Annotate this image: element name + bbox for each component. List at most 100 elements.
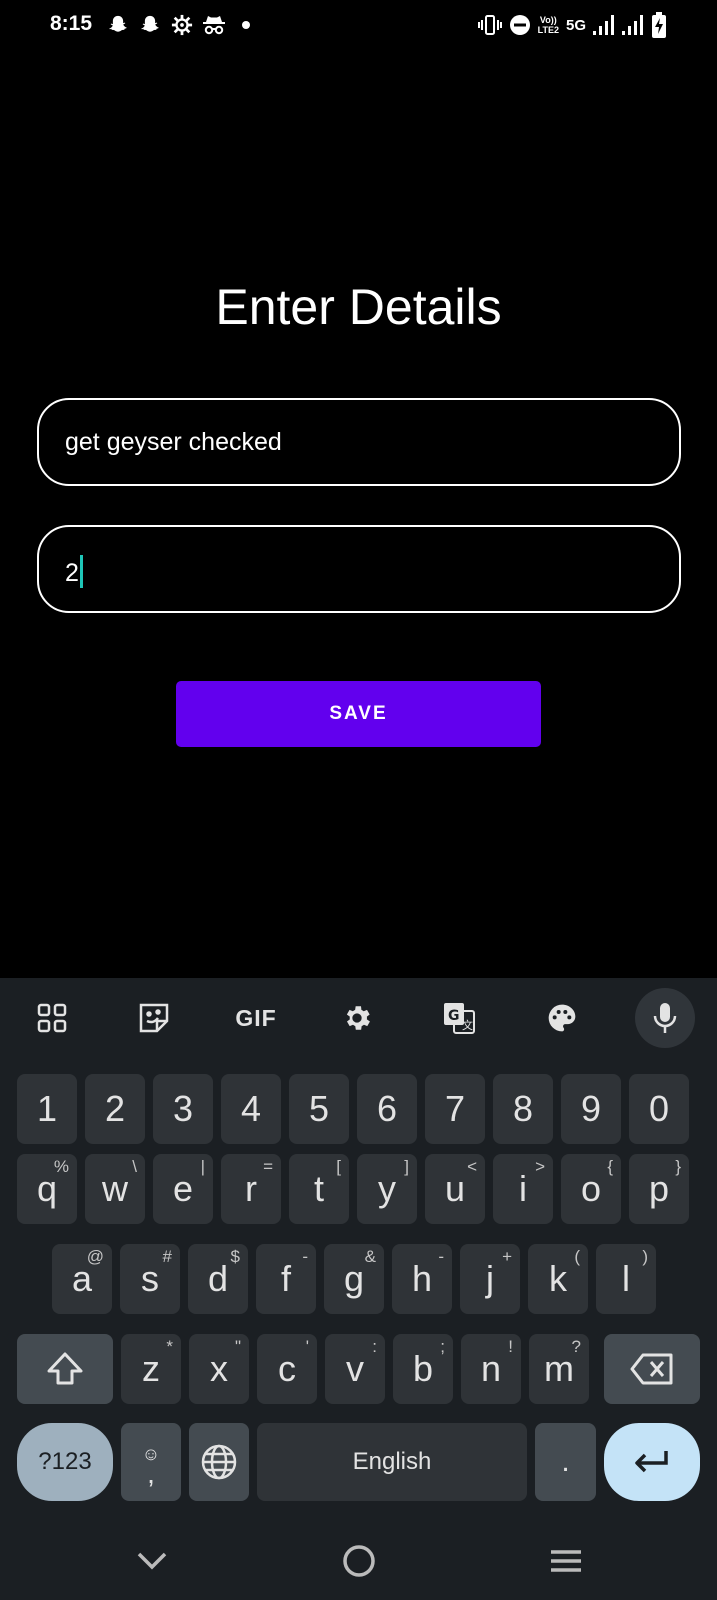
page-title: Enter Details (215, 279, 502, 335)
status-system-icons: Vo)) LTE2 5G (477, 12, 667, 38)
incognito-icon (202, 13, 226, 37)
key-f[interactable]: f- (256, 1244, 316, 1314)
key-hint: [ (336, 1157, 341, 1176)
signal-icon (593, 15, 615, 35)
key-label: 6 (376, 1088, 398, 1129)
gif-button[interactable]: GIF (226, 988, 286, 1048)
key-2[interactable]: 2 (85, 1074, 145, 1144)
enter-key[interactable] (604, 1423, 700, 1501)
key-i[interactable]: i > (493, 1154, 553, 1224)
key-q[interactable]: q% (17, 1154, 77, 1224)
key-d[interactable]: d $ (188, 1244, 248, 1314)
key-e[interactable]: e | (153, 1154, 213, 1224)
key-8[interactable]: 8 (493, 1074, 553, 1144)
key-hint: ' (305, 1337, 309, 1356)
key-5[interactable]: 5 (289, 1074, 349, 1144)
task-input[interactable]: get geyser checked (37, 398, 681, 486)
key-6[interactable]: 6 (357, 1074, 417, 1144)
settings-icon (170, 13, 194, 37)
key-label: 9 (580, 1088, 602, 1129)
key-g[interactable]: g & (324, 1244, 384, 1314)
back-chevron-icon[interactable] (127, 1536, 177, 1586)
key-hint: = (263, 1157, 273, 1176)
recents-icon[interactable] (541, 1536, 591, 1586)
key-o[interactable]: o{ (561, 1154, 621, 1224)
key-label: s (141, 1258, 159, 1299)
key-j[interactable]: j + (460, 1244, 520, 1314)
period-key[interactable]: . (535, 1423, 596, 1501)
key-label: m (544, 1348, 574, 1389)
key-3[interactable]: 3 (153, 1074, 213, 1144)
settings-icon[interactable] (327, 988, 387, 1048)
space-key[interactable]: English (257, 1423, 527, 1501)
key-h[interactable]: h- (392, 1244, 452, 1314)
key-label: p (648, 1168, 670, 1209)
key-hint: & (364, 1247, 376, 1266)
key-k[interactable]: k( (528, 1244, 588, 1314)
key-label: v (346, 1348, 364, 1389)
translate-icon[interactable]: G文 (429, 988, 489, 1048)
shift-key[interactable] (17, 1334, 113, 1404)
sticker-icon[interactable] (124, 988, 184, 1048)
symbols-key[interactable]: ?123 (17, 1423, 113, 1501)
key-0[interactable]: 0 (629, 1074, 689, 1144)
key-w[interactable]: w \ (85, 1154, 145, 1224)
key-r[interactable]: r = (221, 1154, 281, 1224)
key-c[interactable]: c ' (257, 1334, 317, 1404)
status-notification-icons (106, 13, 250, 37)
home-icon[interactable] (334, 1536, 384, 1586)
key-label: i (519, 1168, 527, 1209)
key-label: 5 (308, 1088, 330, 1129)
network-type: 5G (565, 16, 586, 34)
key-z[interactable]: z * (121, 1334, 181, 1404)
key-hint: ) (642, 1247, 648, 1266)
key-v[interactable]: v: (325, 1334, 385, 1404)
key-label: g (343, 1258, 365, 1299)
key-hint: > (535, 1157, 545, 1176)
palette-icon[interactable] (532, 988, 592, 1048)
volte-icon: Vo)) LTE2 (537, 15, 559, 35)
save-button[interactable]: SAVE (176, 681, 541, 747)
language-key[interactable] (189, 1423, 249, 1501)
key-x[interactable]: x " (189, 1334, 249, 1404)
key-label: t (313, 1168, 324, 1209)
task-input-value: get geyser checked (65, 428, 282, 456)
key-hint: " (234, 1337, 241, 1356)
key-y[interactable]: y] (357, 1154, 417, 1224)
apps-grid-icon[interactable] (22, 988, 82, 1048)
emoji-comma-key[interactable]: ☺ , (121, 1423, 181, 1501)
enter-icon (635, 1451, 668, 1473)
key-label: c (278, 1348, 296, 1389)
key-1[interactable]: 1 (17, 1074, 77, 1144)
key-4[interactable]: 4 (221, 1074, 281, 1144)
number-input[interactable]: 2 (37, 525, 681, 613)
key-hint: : (372, 1337, 377, 1356)
key-hint: ? (571, 1337, 581, 1356)
key-b[interactable]: b; (393, 1334, 453, 1404)
key-9[interactable]: 9 (561, 1074, 621, 1144)
key-n[interactable]: n! (461, 1334, 521, 1404)
key-7[interactable]: 7 (425, 1074, 485, 1144)
globe-icon (201, 1444, 237, 1480)
key-label: 2 (104, 1088, 126, 1129)
number-input-value: 2 (65, 559, 79, 587)
key-label: n (480, 1348, 502, 1389)
key-l[interactable]: l) (596, 1244, 656, 1314)
key-hint: % (53, 1157, 69, 1176)
key-label: u (444, 1168, 466, 1209)
microphone-icon[interactable] (635, 988, 695, 1048)
key-label: h (411, 1258, 433, 1299)
notification-dot (242, 21, 250, 29)
status-bar: 8:15 Vo)) LTE2 5G (0, 0, 717, 52)
key-label: 7 (444, 1088, 466, 1129)
key-p[interactable]: p} (629, 1154, 689, 1224)
key-u[interactable]: u < (425, 1154, 485, 1224)
key-a[interactable]: a @ (52, 1244, 112, 1314)
key-m[interactable]: m? (529, 1334, 589, 1404)
key-hint: ] (404, 1157, 409, 1176)
backspace-key[interactable] (604, 1334, 700, 1404)
key-s[interactable]: s # (120, 1244, 180, 1314)
key-hint: < (467, 1157, 477, 1176)
key-t[interactable]: t[ (289, 1154, 349, 1224)
key-label: d (207, 1258, 229, 1299)
